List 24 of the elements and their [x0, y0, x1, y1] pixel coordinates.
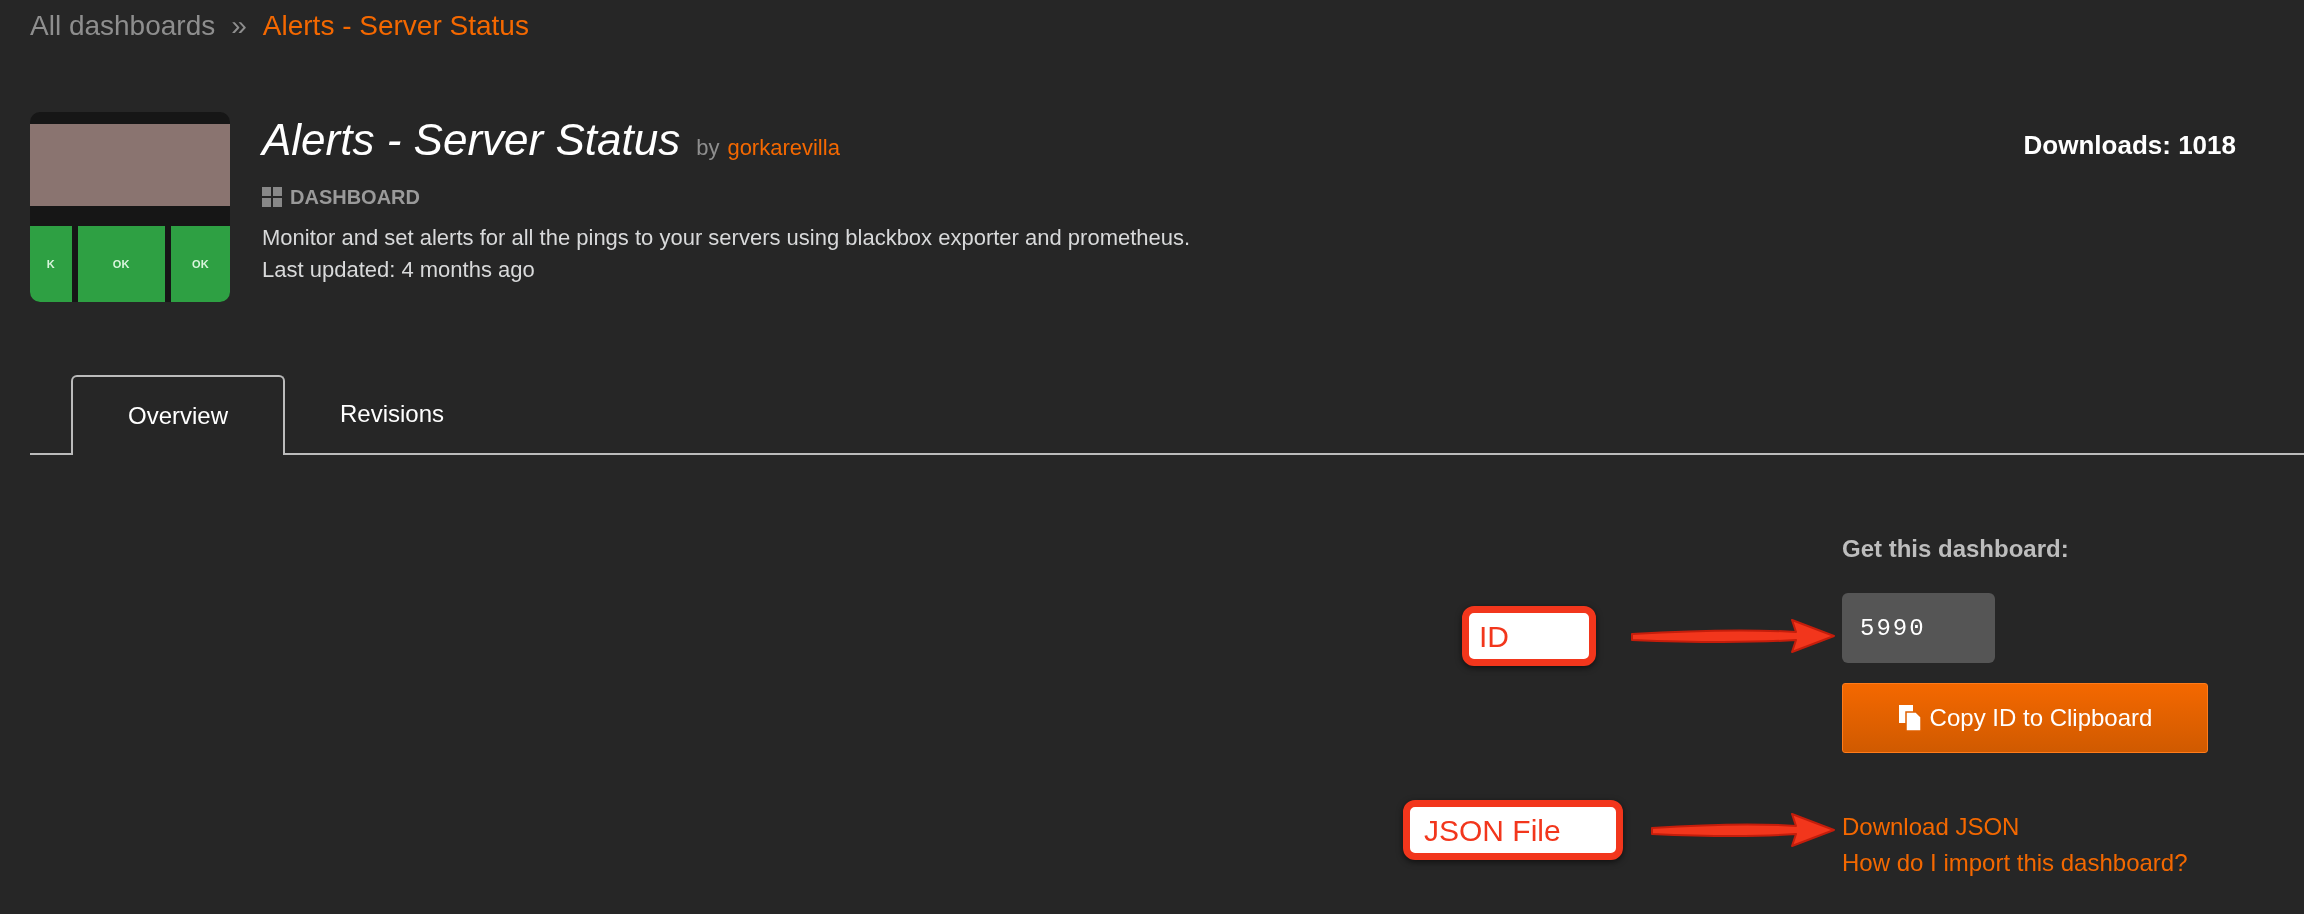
get-heading: Get this dashboard:: [1842, 534, 2069, 564]
copy-id-button[interactable]: Copy ID to Clipboard: [1842, 683, 2208, 753]
grid-icon: [262, 187, 282, 207]
annotation-label: ID: [1462, 606, 1596, 666]
downloads-count: Downloads: 1018: [2023, 129, 2236, 162]
tab[interactable]: Overview: [71, 375, 285, 455]
annotation-label: JSON File: [1403, 800, 1623, 860]
breadcrumb-current: Alerts - Server Status: [262, 9, 529, 43]
import-help-link[interactable]: How do I import this dashboard?: [1842, 845, 2188, 881]
by-label: by: [696, 134, 720, 162]
dashboard-title: Alerts - Server Status: [262, 114, 681, 166]
breadcrumb-separator: »: [231, 9, 247, 43]
status-tile: K: [30, 226, 72, 302]
tab[interactable]: Revisions: [285, 375, 499, 453]
description: Monitor and set alerts for all the pings to your servers using blackbox exporter and prometheus.: [262, 224, 1192, 252]
type-label: DASHBOARD: [290, 185, 420, 210]
download-json-link[interactable]: Download JSON: [1842, 809, 2020, 845]
id-field[interactable]: 5990: [1842, 593, 1995, 663]
copy-icon: [1897, 704, 1922, 732]
status-tile: OK: [170, 226, 230, 302]
breadcrumb-link[interactable]: All dashboards: [30, 6, 216, 46]
status-tile: OK: [77, 226, 165, 302]
last-updated: Last updated: 4 months ago: [262, 256, 536, 284]
author-link[interactable]: gorkarevilla: [727, 131, 840, 164]
